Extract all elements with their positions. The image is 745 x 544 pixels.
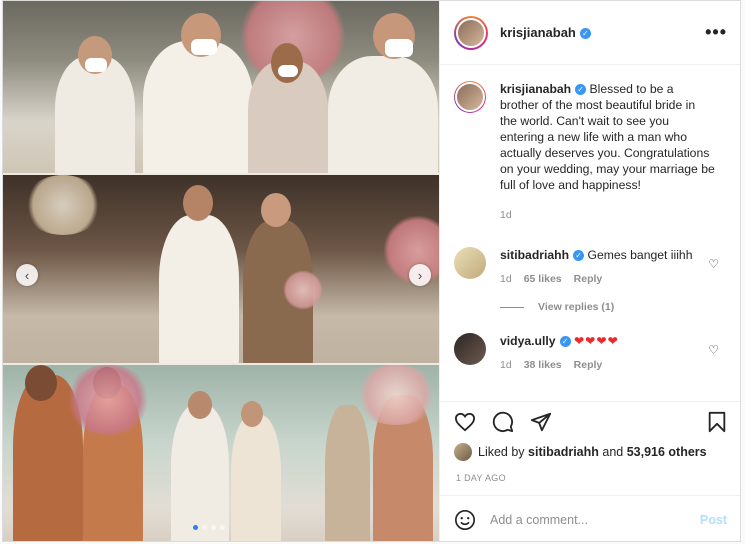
commenter-avatar[interactable] [454,247,486,279]
comment-age: 1d [500,273,512,285]
chevron-left-icon[interactable]: ‹ [16,264,38,286]
carousel-dot [193,525,198,530]
carousel-indicator [193,525,225,530]
comment-username[interactable]: vidya.ully [500,334,556,348]
comment-likes[interactable]: 65 likes [524,271,562,287]
author-avatar[interactable] [454,81,486,113]
comment-likes[interactable]: 38 likes [524,357,562,373]
heart-icon[interactable]: ♡ [708,343,719,357]
action-bar [440,401,740,441]
commenter-avatar[interactable] [454,333,486,365]
verified-badge-icon: ✓ [575,84,587,96]
verified-badge-icon: ✓ [559,336,571,348]
comments-list[interactable]: krisjianabah ✓ Blessed to be a brother of… [440,65,740,401]
post-timestamp[interactable]: 1 DAY AGO [456,473,506,483]
comment-item: sitibadriahh ✓ Gemes banget iiihh 1d 65 l… [454,247,727,287]
post-modal: ‹ › krisjianabah ✓ ••• krisjianabah ✓ Bl… [2,0,741,542]
view-replies-button[interactable]: View replies (1) [500,301,727,313]
post-header: krisjianabah ✓ ••• [440,1,740,65]
carousel-dot [211,525,216,530]
comment-icon[interactable] [492,411,514,433]
comment-item: vidya.ully ✓ ❤❤❤❤ 1d 38 likes Reply ♡ [454,333,727,373]
photo-groomsmen [3,1,439,173]
add-comment-bar: Post [440,495,740,541]
author-avatar[interactable] [454,15,488,50]
reply-button[interactable]: Reply [574,271,603,287]
comment-input[interactable] [488,511,700,528]
comment-age: 1d [500,359,512,371]
share-icon[interactable] [530,411,552,433]
photo-bride-groom-walk: ‹ › [3,175,439,363]
post-media-carousel[interactable]: ‹ › [3,1,439,541]
chevron-right-icon[interactable]: › [409,264,431,286]
verified-badge-icon: ✓ [579,28,591,40]
caption-username[interactable]: krisjianabah [500,82,571,96]
reply-button[interactable]: Reply [574,357,603,373]
emoji-icon[interactable] [454,509,476,531]
likes-summary: Liked by sitibadriahh and 53,916 others [454,443,727,461]
bookmark-icon[interactable] [707,411,727,433]
caption-age: 1d [500,209,512,221]
likes-count[interactable]: 53,916 others [627,445,707,459]
caption-text: Blessed to be a brother of the most beau… [500,82,715,192]
author-username[interactable]: krisjianabah ✓ [500,25,591,40]
liker-avatar[interactable] [454,443,472,461]
carousel-dot [202,525,207,530]
verified-badge-icon: ✓ [573,250,585,262]
caption: krisjianabah ✓ Blessed to be a brother of… [454,81,727,223]
photo-ceremony-aisle [3,365,439,541]
comment-username[interactable]: sitibadriahh [500,248,569,262]
more-options-icon[interactable]: ••• [705,22,727,43]
heart-icon[interactable] [454,412,476,432]
post-comment-button[interactable]: Post [700,513,727,527]
heart-icon[interactable]: ♡ [708,257,719,271]
liker-username[interactable]: sitibadriahh [528,445,599,459]
post-side-panel: krisjianabah ✓ ••• krisjianabah ✓ Blessed … [439,1,740,541]
carousel-dot [220,525,225,530]
comment-text: Gemes banget iiihh [587,248,693,262]
comment-text: ❤❤❤❤ [573,334,619,348]
